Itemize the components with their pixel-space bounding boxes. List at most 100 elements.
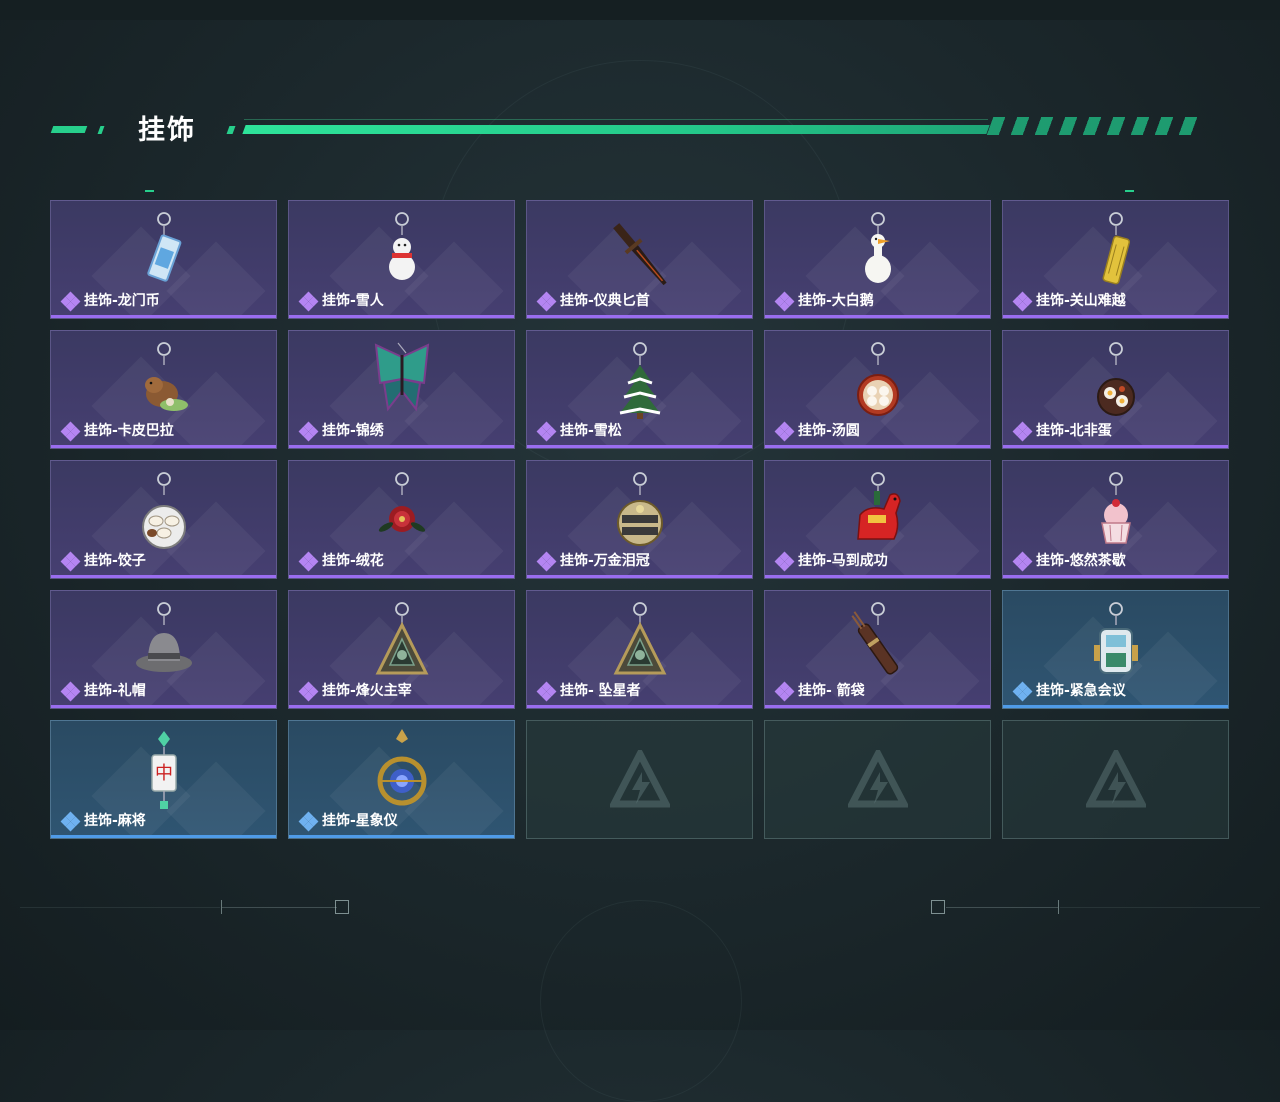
footer-line xyxy=(1060,907,1260,908)
rarity-bar xyxy=(289,835,514,838)
rarity-icon xyxy=(298,291,319,312)
pendant-card[interactable]: 挂饰-礼帽 xyxy=(50,590,277,709)
pendant-name: 挂饰-关山难越 xyxy=(1036,293,1126,309)
rarity-bar xyxy=(527,575,752,578)
pendant-card[interactable]: 挂饰- 箭袋 xyxy=(764,590,991,709)
pendant-name: 挂饰-龙门币 xyxy=(84,293,160,309)
rarity-icon xyxy=(774,421,795,442)
rarity-icon xyxy=(60,681,81,702)
rarity-icon xyxy=(60,421,81,442)
pendant-name: 挂饰-马到成功 xyxy=(798,553,888,569)
pendant-card[interactable]: 挂饰-汤圆 xyxy=(764,330,991,449)
header-progress-line xyxy=(242,125,990,134)
pendant-card[interactable]: 挂饰-仪典匕首 xyxy=(526,200,753,319)
pendant-card[interactable]: 挂饰-雪松 xyxy=(526,330,753,449)
rarity-bar xyxy=(1003,445,1228,448)
goose-icon xyxy=(864,212,891,283)
pendant-name: 挂饰-卡皮巴拉 xyxy=(84,423,174,439)
pendant-card[interactable]: 挂饰-雪人 xyxy=(288,200,515,319)
header-accent-bar xyxy=(97,126,105,134)
footer-line xyxy=(946,907,1058,908)
scroll-icon xyxy=(1102,212,1130,285)
rarity-bar xyxy=(289,445,514,448)
rarity-bar xyxy=(1003,315,1228,318)
rarity-bar xyxy=(289,705,514,708)
cake-icon xyxy=(1100,472,1131,544)
pendant-name: 挂饰-仪典匕首 xyxy=(560,293,650,309)
rarity-icon xyxy=(298,811,319,832)
bowl-icon xyxy=(856,342,899,416)
pendant-card[interactable]: 挂饰-锦绣 xyxy=(288,330,515,449)
rarity-icon xyxy=(1012,421,1033,442)
pendant-card[interactable]: 挂饰-北非蛋 xyxy=(1002,330,1229,449)
rarity-bar xyxy=(527,445,752,448)
quiver-icon xyxy=(850,602,898,675)
pendant-card[interactable]: 挂饰-饺子 xyxy=(50,460,277,579)
rarity-icon xyxy=(536,551,557,572)
rarity-bar xyxy=(51,575,276,578)
pendant-card[interactable]: 中挂饰-麻将 xyxy=(50,720,277,839)
footer-square xyxy=(931,900,945,914)
footer-square xyxy=(335,900,349,914)
mahjong-icon: 中 xyxy=(150,731,177,809)
rarity-icon xyxy=(774,551,795,572)
rarity-icon xyxy=(298,421,319,442)
triangle-icon xyxy=(613,602,666,675)
pendant-name: 挂饰- 箭袋 xyxy=(798,683,865,699)
rarity-icon xyxy=(298,551,319,572)
corner-marker xyxy=(1125,190,1134,192)
pendant-card[interactable]: 挂饰-星象仪 xyxy=(288,720,515,839)
pendant-card[interactable]: 挂饰-绒花 xyxy=(288,460,515,579)
capybara-icon xyxy=(144,342,188,411)
rarity-bar xyxy=(289,315,514,318)
placeholder-logo-icon xyxy=(847,749,908,807)
robot-icon xyxy=(1093,602,1138,674)
rarity-bar xyxy=(1003,575,1228,578)
corner-marker xyxy=(145,190,154,192)
pendant-name: 挂饰-雪松 xyxy=(560,423,622,439)
header-accent-bar xyxy=(50,126,88,133)
header-accent-bar xyxy=(226,126,236,134)
pendant-name: 挂饰-雪人 xyxy=(322,293,384,309)
pendant-card[interactable]: 挂饰- 坠星者 xyxy=(526,590,753,709)
pendant-card[interactable]: 挂饰-关山难越 xyxy=(1002,200,1229,319)
rarity-bar xyxy=(765,575,990,578)
dagger-icon xyxy=(612,223,667,286)
svg-text:中: 中 xyxy=(155,763,173,784)
placeholder-logo-icon xyxy=(609,749,670,807)
footer-tick xyxy=(221,900,222,914)
pendant-name: 挂饰-饺子 xyxy=(84,553,146,569)
pendant-card[interactable]: 挂饰-万金泪冠 xyxy=(526,460,753,579)
rarity-bar xyxy=(51,835,276,838)
pendant-name: 挂饰-烽火主宰 xyxy=(322,683,412,699)
tree-icon xyxy=(619,342,660,419)
pendant-name: 挂饰- 坠星者 xyxy=(560,683,641,699)
footer-line xyxy=(222,907,337,908)
pendant-grid: 挂饰-龙门币 挂饰-雪人 挂饰-仪典匕首 挂饰-大白鹅 挂饰-关山难越 挂饰-卡皮巴拉 挂饰… xyxy=(50,200,1230,840)
rarity-bar xyxy=(289,575,514,578)
pendant-card[interactable]: 挂饰-悠然茶歇 xyxy=(1002,460,1229,579)
pendant-name: 挂饰-北非蛋 xyxy=(1036,423,1112,439)
dumpling-icon xyxy=(141,472,186,549)
rarity-icon xyxy=(1012,291,1033,312)
pendant-card[interactable]: 挂饰-卡皮巴拉 xyxy=(50,330,277,449)
rarity-icon xyxy=(774,291,795,312)
pendant-name: 挂饰-锦绣 xyxy=(322,423,384,439)
pendant-card[interactable]: 挂饰-大白鹅 xyxy=(764,200,991,319)
pendant-card[interactable]: 挂饰-马到成功 xyxy=(764,460,991,579)
hat-icon xyxy=(135,602,192,672)
empty-slot xyxy=(764,720,991,839)
flower-icon xyxy=(378,472,425,532)
pendant-name: 挂饰-星象仪 xyxy=(322,813,398,829)
pendant-card[interactable]: 挂饰-烽火主宰 xyxy=(288,590,515,709)
empty-slot xyxy=(526,720,753,839)
footer-line xyxy=(20,907,220,908)
empty-slot xyxy=(1002,720,1229,839)
pendant-card[interactable]: 挂饰-龙门币 xyxy=(50,200,277,319)
pendant-name: 挂饰-麻将 xyxy=(84,813,146,829)
rarity-icon xyxy=(536,681,557,702)
horse-icon xyxy=(856,472,901,540)
pendant-card[interactable]: 挂饰-紧急会议 xyxy=(1002,590,1229,709)
rarity-bar xyxy=(527,705,752,708)
header-thin-line xyxy=(244,119,988,120)
